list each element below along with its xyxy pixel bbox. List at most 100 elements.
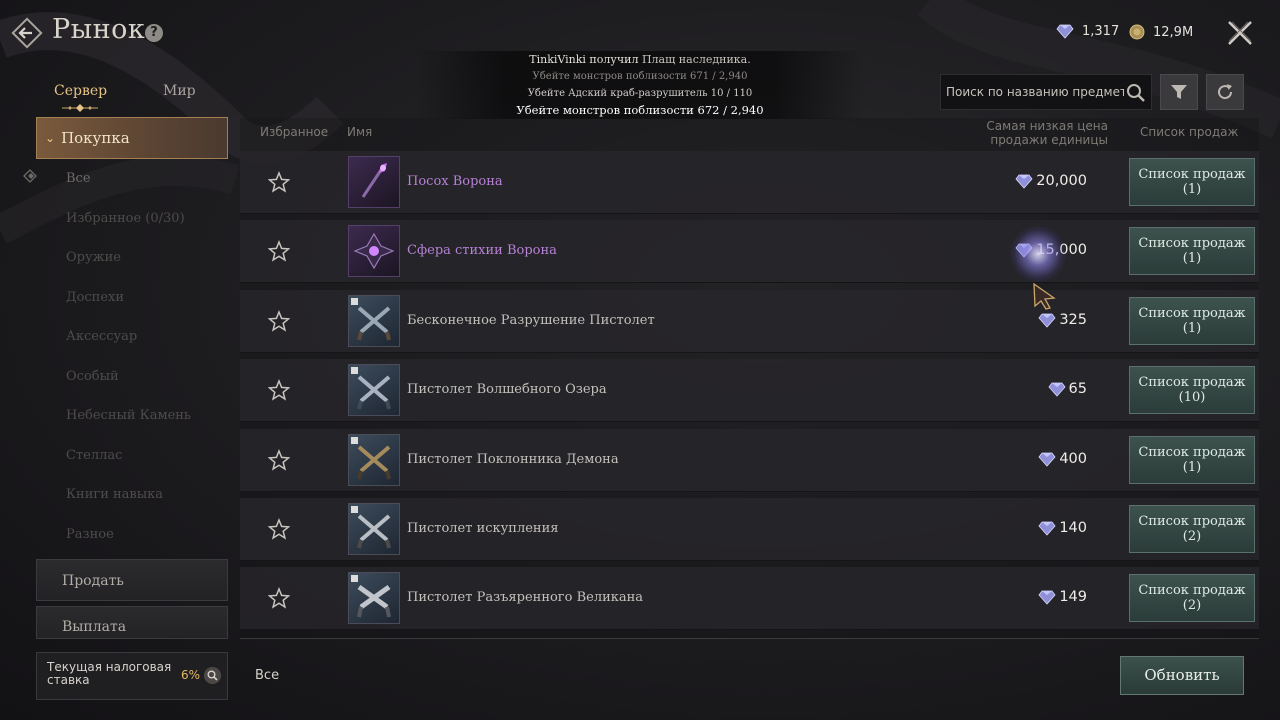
- filter-icon: [1171, 85, 1187, 99]
- subcategory-sky-stone[interactable]: Небесный Камень: [36, 396, 228, 436]
- table-row[interactable]: Бесконечное Разрушение Пистолет 325 Спис…: [240, 290, 1259, 353]
- filter-button[interactable]: [1160, 74, 1198, 110]
- column-header-listings: Список продаж: [1140, 125, 1239, 139]
- sales-list-button[interactable]: Список продаж (10): [1129, 366, 1255, 414]
- sales-list-count: (1): [1182, 460, 1202, 475]
- star-icon[interactable]: [268, 379, 290, 401]
- item-price-value: 65: [1068, 381, 1087, 397]
- subcategory-all[interactable]: Все: [36, 159, 228, 199]
- rarity-corner: [351, 298, 358, 305]
- search-box: [940, 74, 1152, 110]
- table-row[interactable]: Пистолет Разъяренного Великана 149 Списо…: [240, 567, 1259, 630]
- item-price: 15,000: [1015, 242, 1087, 258]
- subcategory-armor[interactable]: Доспехи: [36, 278, 228, 318]
- sales-list-button[interactable]: Список продаж (1): [1129, 436, 1255, 484]
- sales-list-button[interactable]: Список продаж (1): [1129, 297, 1255, 345]
- sales-list-count: (1): [1182, 321, 1202, 336]
- item-thumbnail: [348, 503, 400, 555]
- search-icon[interactable]: [1126, 83, 1146, 103]
- item-thumbnail: [348, 434, 400, 486]
- gold-balance: 12,9M: [1129, 24, 1193, 40]
- rarity-corner: [351, 575, 358, 582]
- item-name[interactable]: Сфера стихии Ворона: [407, 243, 557, 258]
- page-title: Рынок: [52, 14, 146, 45]
- subcategory-accessory[interactable]: Аксессуар: [36, 317, 228, 357]
- star-icon[interactable]: [268, 518, 290, 540]
- staff-icon: [361, 163, 387, 198]
- sales-list-count: (1): [1182, 182, 1202, 197]
- item-price: 140: [1038, 520, 1087, 536]
- quest-progress: Убейте Адский краб-разрушитель 10 / 110: [415, 85, 865, 102]
- column-header-price-line: Самая низкая цена: [986, 119, 1108, 133]
- item-name[interactable]: Пистолет Разъяренного Великана: [407, 590, 643, 605]
- table-row[interactable]: Пистолет Волшебного Озера 65 Список прод…: [240, 359, 1259, 422]
- notification-item: Плащ наследника.: [641, 53, 751, 66]
- subcategory-favorites[interactable]: Избранное (0/30): [36, 199, 228, 239]
- star-icon[interactable]: [268, 171, 290, 193]
- rarity-corner: [351, 367, 358, 374]
- item-price: 400: [1038, 451, 1087, 467]
- subcategory-misc[interactable]: Разное: [36, 515, 228, 555]
- table-row[interactable]: Пистолет искупления 140 Список продаж (2…: [240, 498, 1259, 561]
- diamond-icon: [1038, 521, 1056, 536]
- gold-coin-icon: [1129, 24, 1145, 40]
- help-icon[interactable]: ?: [145, 24, 163, 42]
- diamond-icon: [1038, 452, 1056, 467]
- star-icon[interactable]: [268, 587, 290, 609]
- rarity-corner: [351, 437, 358, 444]
- table-row[interactable]: Посох Ворона 20,000 Список продаж (1): [240, 151, 1259, 214]
- item-name[interactable]: Посох Ворона: [407, 174, 503, 189]
- notification-player: TinkiVinki получил: [529, 53, 639, 66]
- item-price-value: 15,000: [1036, 242, 1087, 258]
- sales-list-button[interactable]: Список продаж (1): [1129, 158, 1255, 206]
- tab-world[interactable]: Мир: [163, 83, 196, 99]
- star-icon[interactable]: [268, 449, 290, 471]
- item-price: 65: [1048, 381, 1087, 397]
- diamond-icon: [1048, 382, 1066, 397]
- subcategory-weapons[interactable]: Оружие: [36, 238, 228, 278]
- payout-button[interactable]: Выплата: [36, 606, 228, 639]
- subcategory-skill-books[interactable]: Книги навыка: [36, 475, 228, 515]
- subcategory-stellas[interactable]: Стеллас: [36, 436, 228, 476]
- item-price-value: 140: [1059, 520, 1087, 536]
- search-icon[interactable]: [204, 667, 221, 684]
- star-icon[interactable]: [268, 310, 290, 332]
- back-arrow-icon[interactable]: [10, 16, 44, 50]
- tab-server[interactable]: Сервер: [54, 83, 107, 99]
- diamond-balance: 1,317: [1056, 24, 1119, 39]
- refresh-button[interactable]: Обновить: [1120, 656, 1244, 695]
- close-icon[interactable]: [1225, 18, 1255, 48]
- item-name[interactable]: Пистолет искупления: [407, 521, 558, 536]
- gold-amount: 12,9M: [1153, 24, 1194, 40]
- sidebar-item-buy[interactable]: ⌄ Покупка: [36, 117, 228, 159]
- sell-button[interactable]: Продать: [36, 559, 228, 601]
- reload-button[interactable]: [1206, 74, 1244, 110]
- item-price: 20,000: [1015, 173, 1087, 189]
- quest-progress: Убейте монстров поблизости 671 / 2,940: [415, 68, 865, 85]
- sales-list-label: Список продаж: [1138, 236, 1246, 251]
- subcategory-special[interactable]: Особый: [36, 357, 228, 397]
- item-name[interactable]: Бесконечное Разрушение Пистолет: [407, 313, 655, 328]
- tax-rate-label: Текущая налоговая ставка: [47, 660, 172, 687]
- search-input[interactable]: [946, 85, 1124, 99]
- sales-list-button[interactable]: Список продаж (1): [1129, 227, 1255, 275]
- star-icon[interactable]: [268, 240, 290, 262]
- item-name[interactable]: Пистолет Волшебного Озера: [407, 382, 607, 397]
- diamond-amount: 1,317: [1082, 24, 1120, 39]
- item-price-value: 20,000: [1036, 173, 1087, 189]
- item-price: 149: [1038, 589, 1087, 605]
- item-thumbnail: [348, 572, 400, 624]
- item-thumbnail: [348, 156, 400, 208]
- sales-list-label: Список продаж: [1138, 375, 1246, 390]
- quest-progress: Убейте монстров поблизости 672 / 2,940: [415, 102, 865, 119]
- sales-list-button[interactable]: Список продаж (2): [1129, 505, 1255, 553]
- divider: [240, 638, 1259, 639]
- table-row[interactable]: Сфера стихии Ворона 15,000 Список продаж…: [240, 220, 1259, 283]
- sales-list-label: Список продаж: [1138, 583, 1246, 598]
- sales-list-button[interactable]: Список продаж (2): [1129, 574, 1255, 622]
- column-header-price-line: продажи единицы: [990, 133, 1108, 147]
- table-row[interactable]: Пистолет Поклонника Демона 400 Список пр…: [240, 429, 1259, 492]
- refresh-icon: [1218, 84, 1233, 100]
- item-name[interactable]: Пистолет Поклонника Демона: [407, 452, 619, 467]
- sales-list-count: (2): [1182, 598, 1202, 613]
